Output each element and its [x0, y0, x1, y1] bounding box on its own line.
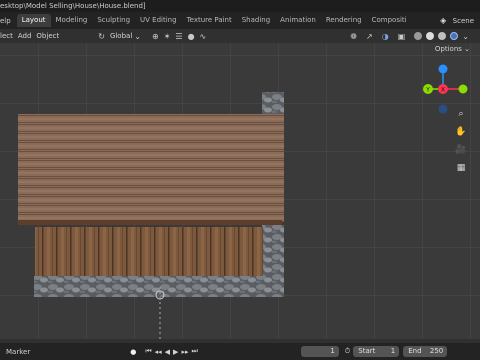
- next-keyframe-icon[interactable]: ▸▸: [181, 348, 188, 356]
- roof-edge: [18, 220, 282, 225]
- 3d-viewport[interactable]: Options ⌄ Y X ⌕ ✋ 🎥 ▦: [0, 43, 480, 339]
- overlay-icon[interactable]: ◑: [382, 32, 389, 41]
- gizmo-neg-z-axis[interactable]: [438, 104, 448, 114]
- start-value: 1: [390, 347, 396, 355]
- tab-uv-editing[interactable]: UV Editing: [135, 14, 182, 27]
- scene-label: Scene: [452, 16, 474, 25]
- tab-compositing[interactable]: Compositi: [367, 14, 412, 27]
- menu-select[interactable]: lect: [0, 32, 18, 40]
- top-bar: elp Layout Modeling Sculpting UV Editing…: [0, 12, 480, 29]
- menu-help[interactable]: elp: [0, 17, 17, 25]
- end-frame-field[interactable]: End 250: [403, 346, 448, 357]
- marker-menu[interactable]: Marker: [6, 348, 30, 356]
- xray-icon[interactable]: ▣: [398, 32, 406, 41]
- visibility-icon[interactable]: ❁: [350, 32, 357, 41]
- start-frame-field[interactable]: Start 1: [353, 346, 400, 357]
- gizmo-y-label: Y: [425, 87, 430, 94]
- shading-solid-icon[interactable]: [426, 32, 435, 40]
- prev-keyframe-icon[interactable]: ◂◂: [155, 348, 162, 356]
- play-icon[interactable]: ▶: [173, 348, 178, 356]
- tab-sculpting[interactable]: Sculpting: [92, 14, 135, 27]
- stone-foundation: [34, 276, 284, 297]
- pivot-icon[interactable]: ⊕: [152, 32, 159, 41]
- gizmo-toggle-icon[interactable]: ↗: [366, 32, 373, 41]
- shading-wireframe-icon[interactable]: [414, 32, 423, 40]
- falloff-icon[interactable]: ∿: [200, 32, 207, 41]
- record-icon[interactable]: ●: [130, 348, 136, 356]
- tab-layout[interactable]: Layout: [16, 14, 51, 27]
- orientation-label: Global: [109, 32, 133, 40]
- menu-add[interactable]: Add: [18, 32, 37, 40]
- shading-rendered-icon[interactable]: [450, 32, 459, 40]
- gizmo-z-axis[interactable]: [438, 64, 448, 74]
- grid-view-icon[interactable]: ▦: [454, 161, 468, 175]
- orientation-icon: ↻: [98, 31, 105, 41]
- scene-icon: ◈: [440, 16, 447, 25]
- pan-hand-icon[interactable]: ✋: [454, 125, 468, 139]
- snap-icon[interactable]: ✶: [164, 32, 171, 41]
- start-label: Start: [358, 347, 376, 355]
- tab-animation[interactable]: Animation: [275, 14, 321, 27]
- play-reverse-icon[interactable]: ◀: [165, 348, 170, 356]
- chevron-down-icon: ⌄: [134, 31, 141, 41]
- window-title: esktop\Model Selling\House\House.blend]: [0, 0, 480, 12]
- snap-target-icon[interactable]: ☰: [175, 32, 182, 41]
- wood-wall: [35, 227, 263, 277]
- tab-shading[interactable]: Shading: [237, 14, 275, 27]
- proportional-edit-icon[interactable]: ●: [188, 32, 195, 41]
- viewport-scene: [18, 92, 284, 339]
- tab-modeling[interactable]: Modeling: [51, 14, 93, 27]
- tab-texture-paint[interactable]: Texture Paint: [182, 14, 237, 27]
- gizmo-y-axis[interactable]: [458, 84, 468, 94]
- shading-options-icon[interactable]: ⌄: [462, 32, 469, 41]
- shading-material-icon[interactable]: [438, 32, 447, 40]
- jump-end-icon[interactable]: ⏭: [191, 347, 197, 356]
- timeline-bar: Marker ● ⏮ ◂◂ ◀ ▶ ▸▸ ⏭ 1 ⏱ Start 1 End 2…: [0, 343, 480, 360]
- scene-selector[interactable]: ◈ Scene: [437, 12, 480, 29]
- current-frame-field[interactable]: 1: [300, 346, 339, 357]
- end-label: End: [408, 347, 422, 355]
- viewport-shading-tools: ❁ ↗ ◑ ▣ ⌄: [350, 29, 474, 43]
- roof-planks: [18, 114, 284, 222]
- camera-icon[interactable]: 🎥: [454, 143, 468, 157]
- zoom-icon[interactable]: ⌕: [454, 107, 468, 121]
- tab-rendering[interactable]: Rendering: [321, 14, 367, 27]
- gizmo-x-label: X: [441, 87, 445, 94]
- end-value: 250: [429, 347, 444, 355]
- menu-object[interactable]: Object: [36, 32, 64, 40]
- orientation-dropdown[interactable]: ↻ Global ⌄: [98, 32, 146, 41]
- jump-start-icon[interactable]: ⏮: [145, 347, 151, 356]
- stopwatch-icon[interactable]: ⏱: [345, 347, 350, 356]
